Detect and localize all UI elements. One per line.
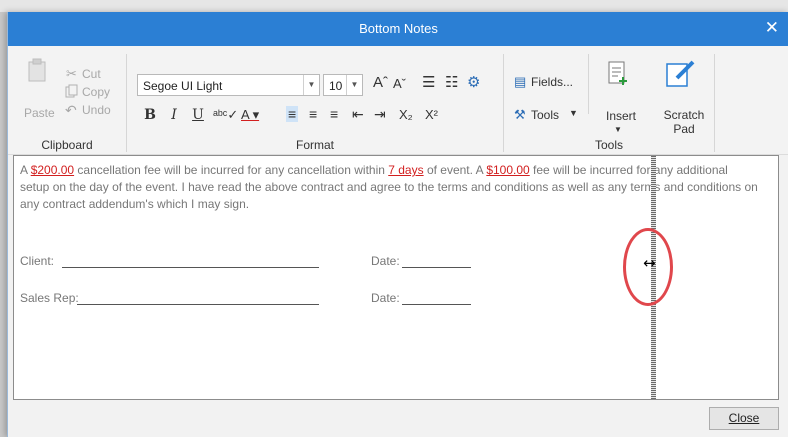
undo-button[interactable]: Undo: [82, 103, 111, 117]
font-color-icon[interactable]: A ▾: [241, 107, 259, 123]
close-button-label: Close: [728, 411, 760, 425]
shrink-font-icon[interactable]: Aˇ: [393, 76, 406, 91]
font-size-select[interactable]: 10 ▼: [323, 74, 363, 96]
indent-decrease-icon[interactable]: ⇤: [352, 106, 364, 123]
ribbon-toolbar: Paste ✂ Cut Copy ↶ Undo Clipboard Segoe …: [8, 46, 788, 155]
close-button[interactable]: Close: [709, 407, 779, 430]
ribbon-divider: [714, 54, 715, 152]
bullet-list-icon[interactable]: ☰: [422, 73, 435, 91]
tools-button[interactable]: Tools: [531, 108, 559, 122]
client-signature-line: [62, 267, 319, 268]
fields-icon: ▤: [514, 74, 527, 89]
highlight-circle: [623, 228, 673, 306]
scratch-pad-button[interactable]: Scratch Pad: [662, 108, 706, 136]
date-line: [402, 267, 471, 268]
font-name-select[interactable]: Segoe UI Light ▼: [137, 74, 320, 96]
grow-font-icon[interactable]: Aˆ: [373, 74, 388, 91]
client-label: Client:: [20, 254, 55, 268]
clipboard-group-label: Clipboard: [41, 138, 93, 152]
cancellation-fee-field[interactable]: $200.00: [31, 163, 74, 177]
numbered-list-icon[interactable]: ☷: [445, 73, 458, 91]
dialog-footer: Close: [8, 400, 788, 437]
sales-rep-signature-line: [77, 304, 319, 305]
subscript-button[interactable]: X₂: [399, 107, 413, 122]
tools-icon: ⚒: [514, 107, 526, 122]
fields-button[interactable]: Fields...: [531, 75, 573, 89]
spellcheck-icon[interactable]: ᵃᵇᶜ✓: [213, 107, 238, 123]
copy-icon: [65, 84, 78, 98]
paragraph-text: of event. A: [423, 163, 487, 177]
align-center-icon[interactable]: ≡: [309, 106, 317, 122]
date-label: Date:: [371, 254, 400, 268]
cut-button[interactable]: Cut: [82, 67, 101, 81]
scratch-pad-icon: [666, 60, 695, 87]
paragraph-text: A: [20, 163, 31, 177]
font-size-value: 10: [329, 79, 343, 93]
title-bar: Bottom Notes ✕: [8, 12, 788, 46]
chevron-down-icon: ▼: [303, 75, 319, 95]
days-field[interactable]: 7 days: [388, 163, 423, 177]
notes-editor[interactable]: A $200.00 cancellation fee will be incur…: [13, 155, 779, 400]
insert-button[interactable]: Insert: [606, 109, 636, 123]
italic-button[interactable]: I: [165, 107, 183, 123]
bold-button[interactable]: B: [141, 107, 159, 123]
paste-icon: [28, 58, 46, 82]
chevron-down-icon: ▼: [614, 125, 622, 134]
dialog-title: Bottom Notes: [359, 21, 438, 36]
ribbon-divider: [588, 54, 589, 114]
align-left-icon[interactable]: ≡: [286, 106, 299, 122]
close-icon[interactable]: ✕: [765, 18, 779, 38]
sales-rep-label: Sales Rep:: [20, 291, 79, 305]
paste-button[interactable]: Paste: [24, 106, 55, 120]
date-line: [402, 304, 471, 305]
setup-fee-field[interactable]: $100.00: [486, 163, 529, 177]
background-window-strip: [0, 0, 788, 12]
contract-paragraph: A $200.00 cancellation fee will be incur…: [20, 162, 760, 213]
copy-button[interactable]: Copy: [82, 85, 110, 99]
superscript-button[interactable]: X²: [425, 107, 438, 122]
insert-icon: [608, 61, 627, 85]
date-label: Date:: [371, 291, 400, 305]
list-style-icon[interactable]: ⚙: [467, 73, 480, 91]
format-group: Segoe UI Light ▼ 10 ▼ Aˆ Aˇ ☰ ☷ ⚙ B I U …: [127, 46, 503, 154]
tools-group-label: Tools: [594, 138, 623, 152]
underline-button[interactable]: U: [189, 107, 207, 123]
undo-icon: ↶: [65, 102, 77, 118]
paragraph-text: cancellation fee will be incurred for an…: [74, 163, 389, 177]
indent-increase-icon[interactable]: ⇥: [374, 106, 386, 123]
align-right-icon[interactable]: ≡: [330, 106, 338, 122]
font-name-value: Segoe UI Light: [143, 79, 223, 93]
chevron-down-icon: ▼: [346, 75, 362, 95]
tools-group: ▤ Fields... ⚒ Tools ▼ Insert ▼ Scratch P…: [504, 46, 714, 154]
bottom-notes-dialog: Bottom Notes ✕ Paste ✂ Cut Copy ↶ Undo C…: [7, 12, 788, 437]
format-group-label: Format: [295, 138, 334, 152]
clipboard-group: Paste ✂ Cut Copy ↶ Undo Clipboard: [8, 46, 126, 154]
cut-icon: ✂: [66, 66, 77, 81]
chevron-down-icon: ▼: [569, 108, 578, 118]
